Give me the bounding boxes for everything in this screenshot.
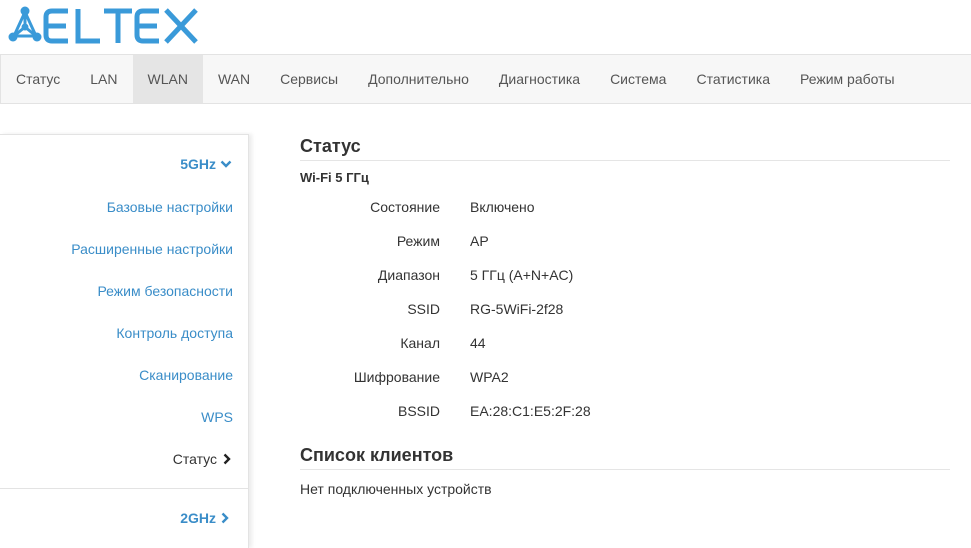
- sidebar-group-2ghz[interactable]: 2GHz: [180, 510, 230, 526]
- field-row-ssid: SSID RG-5WiFi-2f28: [300, 301, 950, 335]
- wifi-subtitle: Wi-Fi 5 ГГц: [300, 170, 369, 185]
- sidebar-item-status-label: Статус: [172, 451, 217, 467]
- sidebar-item-access-control[interactable]: Контроль доступа: [116, 325, 233, 341]
- field-row-channel: Канал 44: [300, 335, 950, 369]
- sidebar-group-2ghz-label: 2GHz: [180, 510, 216, 526]
- nav-tab-status[interactable]: Статус: [1, 55, 75, 103]
- field-label: Диапазон: [377, 267, 440, 283]
- page-title: Статус: [300, 136, 950, 161]
- field-label: Состояние: [370, 199, 440, 215]
- nav-tab-diagnostics[interactable]: Диагностика: [484, 55, 595, 103]
- sidebar-item-security-mode[interactable]: Режим безопасности: [97, 283, 233, 299]
- sidebar-divider: [0, 488, 248, 489]
- field-value: WPA2: [470, 369, 509, 385]
- nav-tab-wan[interactable]: WAN: [203, 55, 265, 103]
- field-label: SSID: [407, 301, 440, 317]
- sidebar: 5GHz Базовые настройки Расширенные настр…: [0, 134, 249, 548]
- sidebar-group-5ghz-label: 5GHz: [180, 156, 216, 172]
- sidebar-item-scan[interactable]: Сканирование: [139, 367, 233, 383]
- sidebar-item-basic-settings[interactable]: Базовые настройки: [107, 199, 233, 215]
- chevron-right-icon: [221, 512, 229, 524]
- field-row-state: Состояние Включено: [300, 199, 950, 233]
- field-row-encryption: Шифрование WPA2: [300, 369, 950, 403]
- chevron-down-icon: [220, 160, 232, 168]
- nav-tab-advanced[interactable]: Дополнительно: [353, 55, 484, 103]
- status-fields: Состояние Включено Режим AP Диапазон 5 Г…: [300, 199, 950, 437]
- nav-tab-mode[interactable]: Режим работы: [785, 55, 910, 103]
- field-label: Шифрование: [353, 369, 440, 385]
- field-label: Канал: [400, 335, 440, 351]
- field-value: Включено: [470, 199, 535, 215]
- main-content: Статус Wi-Fi 5 ГГц Состояние Включено Ре…: [300, 136, 950, 497]
- eltex-logo[interactable]: [6, 4, 206, 46]
- field-label: Режим: [396, 233, 440, 249]
- field-value: 44: [470, 335, 486, 351]
- field-label: BSSID: [397, 403, 440, 419]
- sidebar-item-wps[interactable]: WPS: [201, 409, 233, 425]
- sidebar-item-advanced-settings[interactable]: Расширенные настройки: [71, 241, 233, 257]
- nav-tab-system[interactable]: Система: [595, 55, 681, 103]
- chevron-right-icon: [223, 453, 231, 465]
- eltex-logo-graphic: [8, 6, 198, 44]
- sidebar-item-status[interactable]: Статус: [173, 451, 231, 467]
- sidebar-group-5ghz[interactable]: 5GHz: [180, 156, 232, 172]
- field-value: 5 ГГц (A+N+AC): [470, 267, 574, 283]
- field-row-mode: Режим AP: [300, 233, 950, 267]
- nav-tab-statistics[interactable]: Статистика: [681, 55, 785, 103]
- field-row-bssid: BSSID EA:28:C1:E5:2F:28: [300, 403, 950, 437]
- field-row-band: Диапазон 5 ГГц (A+N+AC): [300, 267, 950, 301]
- clients-empty-message: Нет подключенных устройств: [300, 481, 492, 497]
- clients-title: Список клиентов: [300, 445, 950, 470]
- nav-tab-lan[interactable]: LAN: [75, 55, 132, 103]
- field-value: EA:28:C1:E5:2F:28: [470, 403, 591, 419]
- top-navbar: Статус LAN WLAN WAN Сервисы Дополнительн…: [0, 54, 971, 104]
- field-value: AP: [470, 233, 489, 249]
- nav-tab-services[interactable]: Сервисы: [265, 55, 353, 103]
- field-value: RG-5WiFi-2f28: [470, 301, 564, 317]
- nav-tab-wlan[interactable]: WLAN: [132, 55, 203, 103]
